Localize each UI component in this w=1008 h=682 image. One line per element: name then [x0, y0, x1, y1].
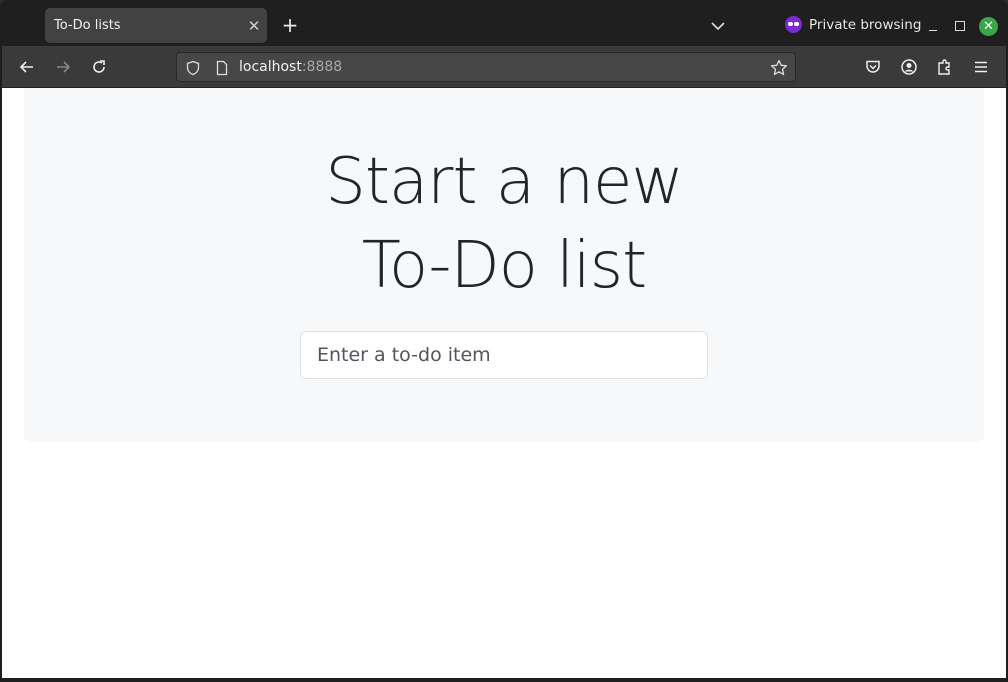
maximize-icon[interactable] — [955, 21, 965, 31]
url-host: localhost — [239, 59, 302, 75]
tab-todo-lists[interactable]: To-Do lists ✕ — [45, 8, 267, 43]
private-browsing-label: Private browsing — [809, 16, 922, 33]
plus-icon[interactable]: + — [278, 14, 302, 38]
bookmark-star-icon[interactable] — [769, 58, 789, 82]
url-port: :8888 — [301, 59, 343, 75]
private-browsing-indicator: Private browsing — [785, 16, 921, 33]
close-icon[interactable]: ✕ — [241, 17, 267, 35]
back-arrow-icon[interactable] — [15, 55, 39, 79]
pocket-icon[interactable] — [861, 55, 885, 79]
private-mask-icon — [785, 16, 802, 33]
extensions-puzzle-icon[interactable] — [933, 55, 957, 79]
menu-hamburger-icon[interactable] — [969, 55, 993, 79]
forward-arrow-icon[interactable] — [51, 55, 75, 79]
url-text[interactable]: localhost:8888 — [239, 59, 342, 75]
todo-item-input[interactable] — [300, 331, 708, 379]
page-icon[interactable] — [215, 60, 229, 80]
tab-title: To-Do lists — [54, 18, 121, 33]
heading-line-2: To-Do list — [361, 229, 647, 303]
reload-icon[interactable] — [87, 55, 111, 79]
page-content: Start a new To-Do list — [2, 88, 1006, 678]
title-bar: To-Do lists ✕ + Private browsing ✕ — [2, 2, 1006, 46]
account-icon[interactable] — [897, 55, 921, 79]
window-close-icon[interactable]: ✕ — [979, 17, 998, 36]
navigation-toolbar: localhost:8888 — [2, 46, 1006, 88]
heading-line-1: Start a new — [325, 145, 684, 219]
jumbotron: Start a new To-Do list — [24, 88, 984, 442]
shield-icon[interactable] — [185, 60, 201, 80]
browser-window: To-Do lists ✕ + Private browsing ✕ local… — [0, 0, 1008, 682]
minimize-icon[interactable] — [926, 18, 940, 32]
page-heading: Start a new To-Do list — [24, 140, 984, 308]
chevron-down-icon[interactable] — [708, 16, 728, 36]
url-bar[interactable]: localhost:8888 — [176, 52, 796, 82]
